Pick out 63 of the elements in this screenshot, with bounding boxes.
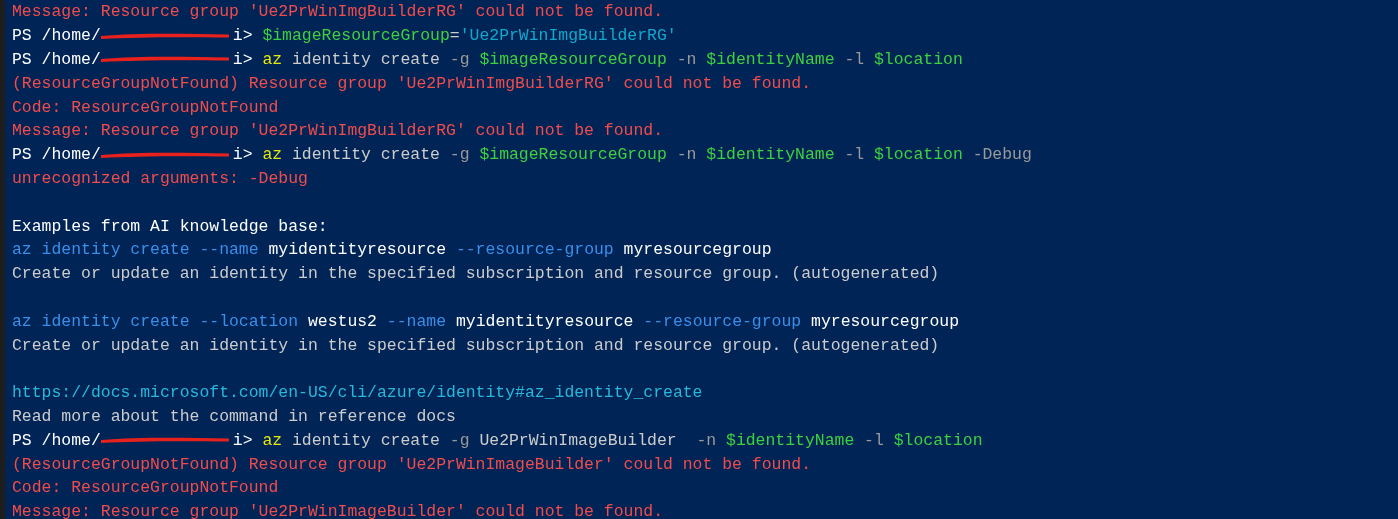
prompt-text: PS /home/ (12, 50, 101, 69)
prompt-text: i> (232, 26, 254, 46)
flag-text: -l (863, 430, 885, 450)
output-text: Create or update an identity in the specified subscription and resource group. (autogenerated) (12, 335, 940, 355)
flag-text: -n (675, 145, 698, 165)
docs-link[interactable]: https://docs.microsoft.com/en-US/cli/azure/identity#az_identity_create (12, 383, 703, 403)
error-text: Code: ResourceGroupNotFound (12, 478, 279, 498)
output-text: westus2 (307, 311, 377, 331)
error-text: Message: Resource group 'Ue2PrWinImgBuilderRG' could not be found. (12, 121, 664, 141)
output-text: Create or update an identity in the specified subscription and resource group. (autogenerated) (12, 264, 940, 284)
redaction-scribble-icon (100, 56, 229, 63)
command-text: az (262, 430, 283, 450)
output-text: myidentityresource (268, 240, 447, 260)
prompt-text: PS /home/ (12, 145, 101, 165)
prompt-text: i> (232, 430, 254, 450)
prompt-text: i> (232, 50, 254, 69)
output-text: Read more about the command in reference docs (12, 406, 456, 426)
variable-text: $imageResourceGroup (479, 145, 667, 165)
error-text: Message: Resource group 'Ue2PrWinImgBuilderRG' could not be found. (12, 2, 664, 22)
output-text: identity create (290, 145, 441, 165)
error-text: (ResourceGroupNotFound) Resource group 'Ue2PrWinImgBuilderRG' could not be found. (12, 73, 811, 93)
example-command-text: az identity create --name (12, 240, 260, 260)
output-text: = (449, 26, 460, 46)
prompt-text: PS /home/ (12, 26, 101, 46)
redaction-scribble-icon (100, 32, 229, 39)
prompt-text: i> (232, 145, 254, 165)
variable-text: $location (874, 145, 963, 165)
flag-text: -l (843, 145, 866, 165)
redaction-scribble-icon (100, 437, 229, 444)
flag-text: -l (843, 50, 866, 69)
flag-text: -Debug (971, 145, 1032, 165)
error-text: unrecognized arguments: -Debug (12, 168, 308, 188)
example-command-text: --name (385, 311, 448, 331)
variable-text: $identityName (706, 50, 835, 69)
error-text: (ResourceGroupNotFound) Resource group 'Ue2PrWinImageBuilder' could not be found. (12, 454, 811, 474)
output-text: myidentityresource (455, 311, 634, 331)
flag-text: -n (696, 430, 718, 450)
output-text: Ue2PrWinImageBuilder (478, 430, 678, 450)
flag-text: -g (449, 50, 471, 69)
variable-text: $imageResourceGroup (262, 26, 450, 46)
output-text: Examples from AI knowledge base: (12, 216, 328, 236)
error-text: Message: Resource group 'Ue2PrWinImageBuilder' could not be found. (12, 502, 664, 519)
variable-text: $identityName (706, 145, 835, 165)
error-text: Code: ResourceGroupNotFound (12, 97, 279, 117)
variable-text: $location (893, 430, 983, 450)
output-text: identity create (290, 50, 441, 69)
flag-text: -g (449, 145, 471, 165)
flag-text: -g (449, 430, 470, 450)
string-text: 'Ue2PrWinImgBuilderRG' (459, 26, 677, 46)
example-command-text: --resource-group (454, 240, 615, 260)
example-command-text: az identity create --location (12, 311, 300, 331)
command-text: az (262, 50, 283, 69)
output-text: identity create (290, 430, 441, 450)
output-text: myresourcegroup (811, 311, 959, 331)
variable-text: $location (874, 50, 963, 69)
output-text: myresourcegroup (623, 240, 772, 260)
variable-text: $identityName (726, 430, 855, 450)
redaction-scribble-icon (100, 151, 229, 158)
flag-text: -n (675, 50, 698, 69)
example-command-text: --resource-group (642, 311, 803, 331)
command-text: az (262, 145, 283, 165)
prompt-text: PS /home/ (12, 430, 101, 450)
variable-text: $imageResourceGroup (479, 50, 667, 69)
